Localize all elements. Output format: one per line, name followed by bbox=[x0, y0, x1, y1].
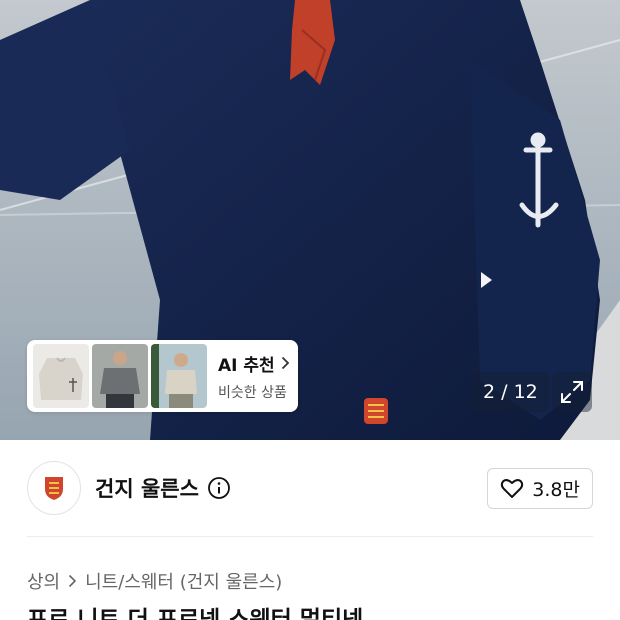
page-counter: 2 / 12 bbox=[471, 372, 550, 412]
breadcrumb: 상의 니트/스웨터 (건지 울른스) bbox=[27, 568, 282, 594]
breadcrumb-item-category[interactable]: 상의 bbox=[27, 568, 60, 594]
ai-subtitle: 비슷한 상품 bbox=[218, 384, 287, 401]
ai-thumb-2[interactable] bbox=[92, 344, 148, 408]
product-photo[interactable]: AI 추천 비슷한 상품 2 / 12 bbox=[0, 0, 620, 440]
product-title: 프로 니트 더 프로넥 스웨터 멀티넷 bbox=[27, 604, 607, 620]
brand-logo[interactable] bbox=[27, 461, 81, 515]
info-icon bbox=[208, 477, 230, 499]
like-button[interactable]: 3.8만 bbox=[487, 467, 593, 509]
divider bbox=[27, 536, 593, 537]
ai-title-row[interactable]: AI 추천 bbox=[218, 351, 290, 376]
ai-recommend-card[interactable]: AI 추천 비슷한 상품 bbox=[27, 340, 298, 412]
chevron-right-icon bbox=[281, 356, 289, 370]
expand-icon bbox=[561, 381, 583, 403]
breadcrumb-item-subcategory[interactable]: 니트/스웨터 (건지 울른스) bbox=[85, 568, 282, 594]
play-arrow-icon[interactable] bbox=[481, 272, 492, 288]
brand-logo-icon bbox=[45, 477, 63, 500]
product-title-text: 프로 니트 더 프로넥 스웨터 멀티넷 bbox=[27, 607, 364, 620]
chevron-right-icon bbox=[68, 574, 77, 588]
heart-icon bbox=[501, 479, 524, 498]
ai-text: AI 추천 비슷한 상품 bbox=[218, 351, 290, 402]
expand-button[interactable] bbox=[552, 372, 592, 412]
brand-name[interactable]: 건지 울른스 bbox=[95, 473, 199, 503]
like-count: 3.8만 bbox=[532, 478, 580, 501]
ai-title: AI 추천 bbox=[218, 355, 275, 376]
info-button[interactable] bbox=[207, 476, 231, 500]
ai-thumb-3[interactable] bbox=[151, 344, 207, 408]
ai-thumb-1[interactable] bbox=[33, 344, 89, 408]
brand-row: 건지 울른스 3.8만 bbox=[27, 461, 593, 515]
